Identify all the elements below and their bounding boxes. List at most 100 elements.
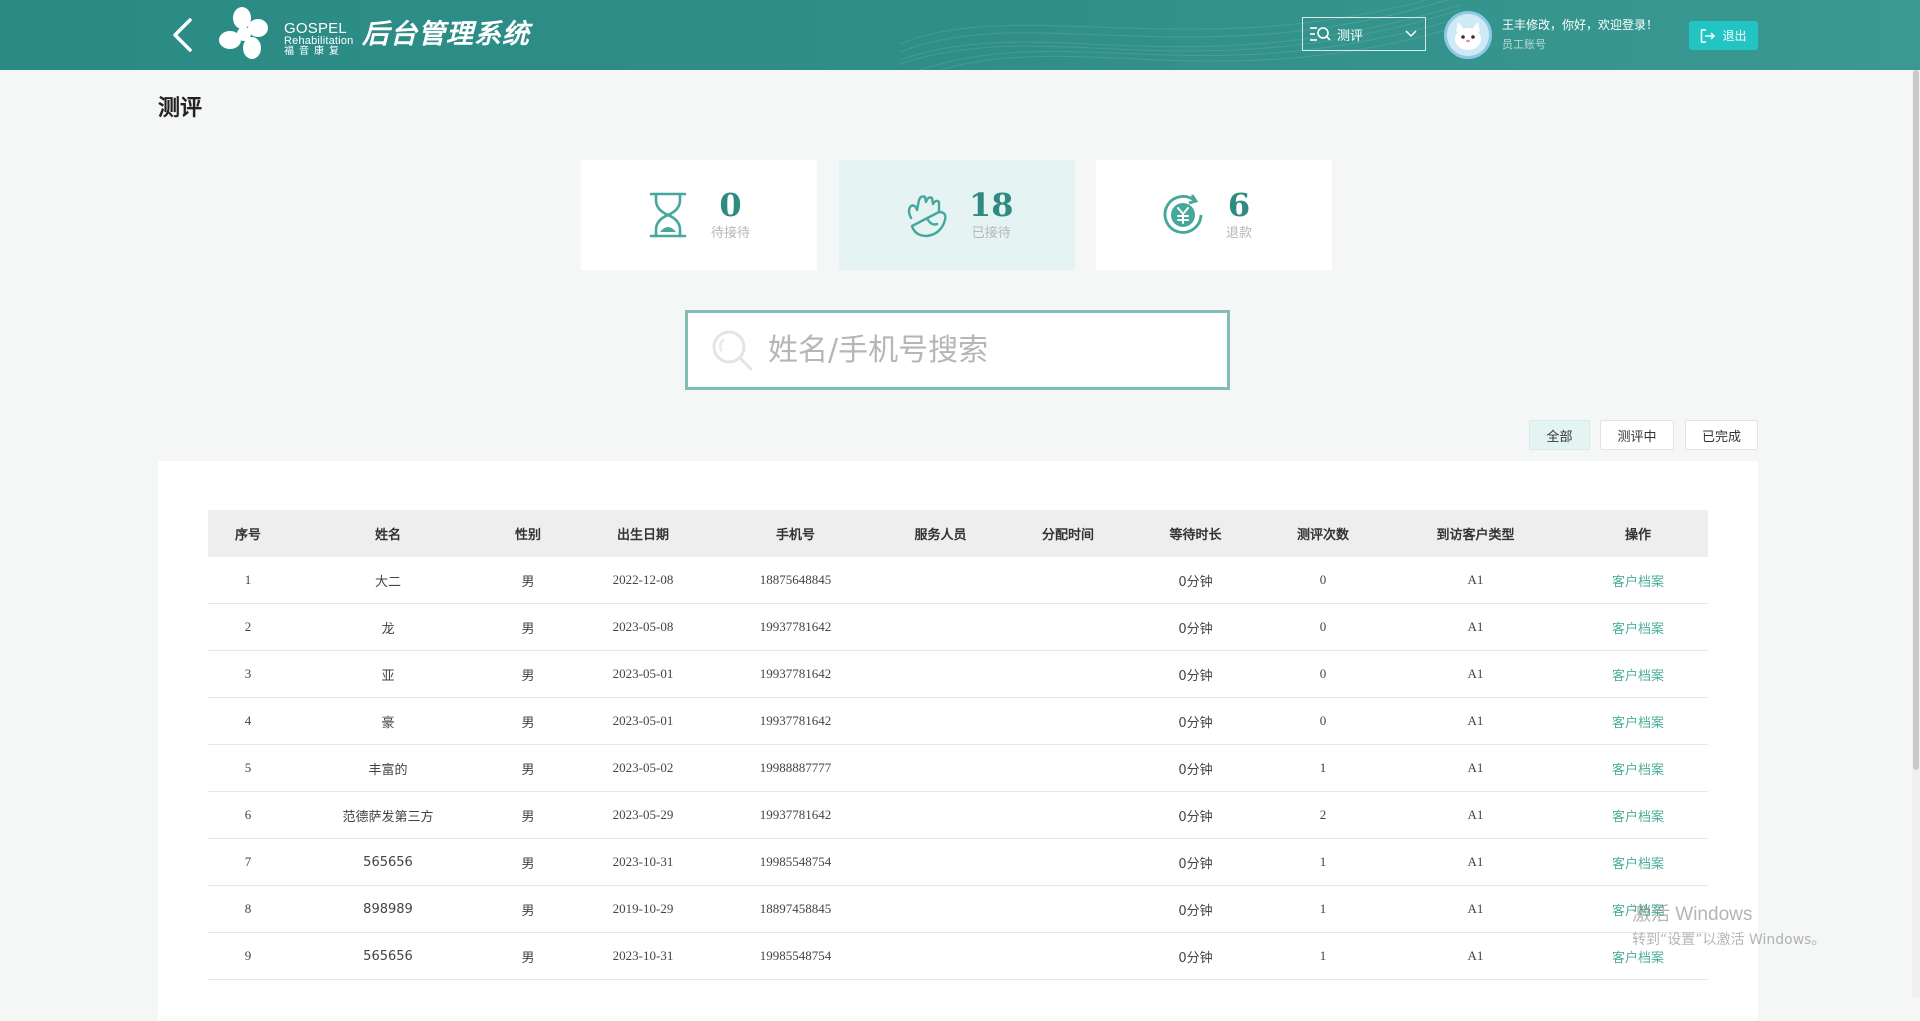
cell-staff [873,557,1008,604]
cell-action: 客户档案 [1568,650,1708,698]
table-row: 8 898989 男 2019-10-29 18897458845 0分钟 1 A1 客户档案 [208,885,1708,933]
cell-index: 4 [208,697,288,745]
col-header-index: 序号 [208,510,288,557]
col-header-customer-type: 到访客户类型 [1383,510,1568,557]
cell-action: 客户档案 [1568,603,1708,651]
customer-profile-link[interactable]: 客户档案 [1612,669,1664,684]
filter-completed-button[interactable]: 已完成 [1685,420,1758,450]
cell-phone: 19985548754 [718,838,873,886]
hourglass-icon [649,192,687,238]
table-row: 4 豪男 2023-05-01 19937781642 0分钟 0 A1 客户档案 [208,697,1708,745]
cell-staff [873,838,1008,886]
cell-assign-time [1008,932,1128,980]
cell-eval-count: 0 [1263,603,1383,651]
system-title: 后台管理系统 [362,19,530,50]
cell-gender: 男 [488,603,568,651]
cell-eval-count: 0 [1263,697,1383,745]
cell-staff [873,650,1008,698]
customer-profile-link[interactable]: 客户档案 [1612,763,1664,778]
module-select[interactable]: 测评 [1302,17,1426,51]
cell-action: 客户档案 [1568,791,1708,839]
cell-index: 8 [208,885,288,933]
cell-index: 6 [208,791,288,839]
table-row: 6 范德萨发第三方男 2023-05-29 19937781642 0分钟 2 A1 客户档案 [208,791,1708,839]
stat-card-refund[interactable]: 6 退款 [1096,160,1332,270]
cell-phone: 18897458845 [718,885,873,933]
col-header-birthdate: 出生日期 [568,510,718,557]
cell-gender: 男 [488,557,568,604]
table-row: 9 565656 男 2023-10-31 19985548754 0分钟 1 A1 客户档案 [208,932,1708,980]
cell-wait-time: 0分钟 [1128,603,1263,651]
customer-profile-link[interactable]: 客户档案 [1612,716,1664,731]
cell-phone: 19937781642 [718,650,873,698]
cell-wait-time: 0分钟 [1128,932,1263,980]
cell-customer-type: A1 [1383,932,1568,980]
cell-birthdate: 2023-10-31 [568,838,718,886]
cell-phone: 19985548754 [718,932,873,980]
table-row: 3 亚男 2023-05-01 19937781642 0分钟 0 A1 客户档案 [208,650,1708,698]
page-title: 测评 [158,96,203,121]
table-row: 7 565656 男 2023-10-31 19985548754 0分钟 1 A1 客户档案 [208,838,1708,886]
customer-profile-link[interactable]: 客户档案 [1612,857,1664,872]
cell-birthdate: 2022-12-08 [568,557,718,604]
cell-index: 3 [208,650,288,698]
user-avatar[interactable] [1444,11,1492,59]
back-button[interactable] [160,13,204,57]
customer-profile-link[interactable]: 客户档案 [1612,622,1664,637]
cell-wait-time: 0分钟 [1128,557,1263,604]
cell-name: 大二 [288,557,488,604]
stat-pending-value: 0 [719,186,742,224]
cell-name: 898989 [288,885,488,933]
search-box[interactable] [685,310,1230,390]
cell-staff [873,932,1008,980]
col-header-wait-time: 等待时长 [1128,510,1263,557]
scrollbar-thumb[interactable] [1913,70,1919,770]
user-greeting: 王丰修改，你好，欢迎登录！ [1502,18,1659,32]
stat-card-received[interactable]: 18 已接待 [839,160,1075,270]
col-header-staff: 服务人员 [873,510,1008,557]
table-row: 5 丰富的男 2023-05-02 19988887777 0分钟 1 A1 客户档案 [208,744,1708,792]
filter-in-progress-button[interactable]: 测评中 [1600,420,1674,450]
cell-customer-type: A1 [1383,557,1568,604]
cell-phone: 19988887777 [718,744,873,792]
user-role: 员工账号 [1502,38,1546,51]
cell-assign-time [1008,650,1128,698]
cell-index: 1 [208,557,288,604]
cell-eval-count: 2 [1263,791,1383,839]
customer-profile-link[interactable]: 客户档案 [1612,951,1664,966]
cell-name: 范德萨发第三方 [288,791,488,839]
cell-gender: 男 [488,885,568,933]
cell-phone: 19937781642 [718,791,873,839]
cell-index: 5 [208,744,288,792]
cell-staff [873,885,1008,933]
search-list-icon [1310,27,1331,41]
customer-profile-link[interactable]: 客户档案 [1612,904,1664,919]
cell-birthdate: 2023-10-31 [568,932,718,980]
cell-assign-time [1008,603,1128,651]
table-row: 2 龙男 2023-05-08 19937781642 0分钟 0 A1 客户档案 [208,603,1708,651]
cell-index: 7 [208,838,288,886]
customer-profile-link[interactable]: 客户档案 [1612,810,1664,825]
cell-birthdate: 2023-05-01 [568,697,718,745]
cell-eval-count: 0 [1263,557,1383,604]
cell-wait-time: 0分钟 [1128,838,1263,886]
cell-staff [873,791,1008,839]
logo-english-text: GOSPEL Rehabilitation [284,21,353,47]
stat-card-pending[interactable]: 0 待接待 [581,160,817,270]
customer-profile-link[interactable]: 客户档案 [1612,575,1664,590]
col-header-phone: 手机号 [718,510,873,557]
cell-eval-count: 1 [1263,932,1383,980]
cell-birthdate: 2023-05-02 [568,744,718,792]
cell-staff [873,744,1008,792]
cell-customer-type: A1 [1383,650,1568,698]
module-select-value: 测评 [1337,28,1364,44]
cell-assign-time [1008,885,1128,933]
cell-gender: 男 [488,697,568,745]
cell-eval-count: 1 [1263,744,1383,792]
cell-action: 客户档案 [1568,838,1708,886]
search-input[interactable] [766,331,1190,369]
cell-staff [873,697,1008,745]
filter-all-button[interactable]: 全部 [1529,420,1590,450]
customer-table: 序号 姓名 性别 出生日期 手机号 服务人员 分配时间 等待时长 测评次数 到访… [208,510,1708,980]
logout-button[interactable]: 退出 [1689,21,1758,50]
